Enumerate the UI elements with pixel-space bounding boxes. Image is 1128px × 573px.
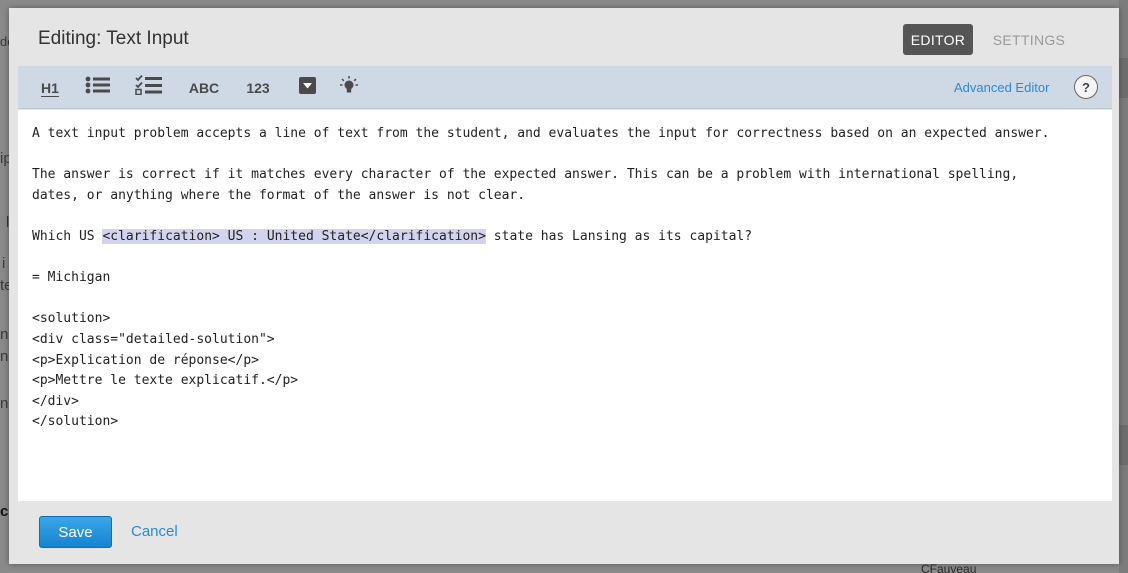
editor-mode-button[interactable]: EDITOR (903, 24, 973, 55)
problem-text-editor[interactable]: A text input problem accepts a line of t… (18, 110, 1112, 501)
editor-modal: Editing: Text Input EDITOR SETTINGS H1 A… (9, 8, 1119, 564)
editor-toolbar: H1 ABC 123 Advanced Editor ? (18, 66, 1112, 109)
background-fragment: i (2, 255, 6, 272)
editor-text: Which US (32, 228, 103, 244)
numeric-input-button[interactable]: 123 (240, 66, 276, 109)
bullet-list-icon (85, 76, 111, 99)
editor-line: dates, or anything where the format of t… (32, 187, 526, 203)
cancel-button[interactable]: Cancel (131, 523, 178, 540)
checklist-icon (135, 74, 163, 100)
dropdown-button[interactable] (296, 66, 318, 109)
editor-text: state has Lansing as its capital? (485, 228, 753, 244)
num-label: 123 (246, 79, 270, 96)
editor-line: <solution> (32, 311, 111, 327)
editor-line: </div> (32, 393, 79, 409)
editor-line: </solution> (32, 414, 119, 430)
editor-line: <div class="detailed-solution"> (32, 331, 275, 347)
background-right-box (1119, 58, 1128, 98)
advanced-editor-link[interactable]: Advanced Editor (954, 80, 1049, 95)
text-input-button[interactable]: ABC (184, 66, 224, 109)
editor-line: The answer is correct if it matches ever… (32, 167, 1019, 183)
editor-line: = Michigan (32, 270, 111, 286)
settings-mode-button[interactable]: SETTINGS (989, 24, 1069, 55)
save-button[interactable]: Save (39, 516, 112, 548)
selected-text: <clarification> US : United State</clari… (102, 228, 486, 244)
lightbulb-icon (340, 76, 358, 99)
editor-line: A text input problem accepts a line of t… (32, 126, 1050, 141)
editor-line: <p>Explication de réponse</p> (32, 352, 259, 368)
bullet-list-button[interactable] (80, 66, 116, 109)
editor-line: Which US <clarification> US : United Sta… (32, 227, 1112, 248)
heading-button[interactable]: H1 (32, 66, 68, 109)
checklist-button[interactable] (130, 66, 168, 109)
modal-title: Editing: Text Input (38, 28, 189, 49)
dropdown-icon (298, 76, 316, 99)
heading-label: H1 (41, 79, 59, 96)
modal-header: Editing: Text Input EDITOR SETTINGS (9, 8, 1119, 66)
editor-line: <p>Mettre le texte explicatif.</p> (32, 373, 299, 389)
help-icon: ? (1082, 79, 1090, 95)
abc-label: ABC (188, 79, 220, 96)
help-button[interactable]: ? (1074, 75, 1098, 99)
explanation-button[interactable] (338, 66, 360, 109)
background-right-box (1119, 425, 1128, 465)
